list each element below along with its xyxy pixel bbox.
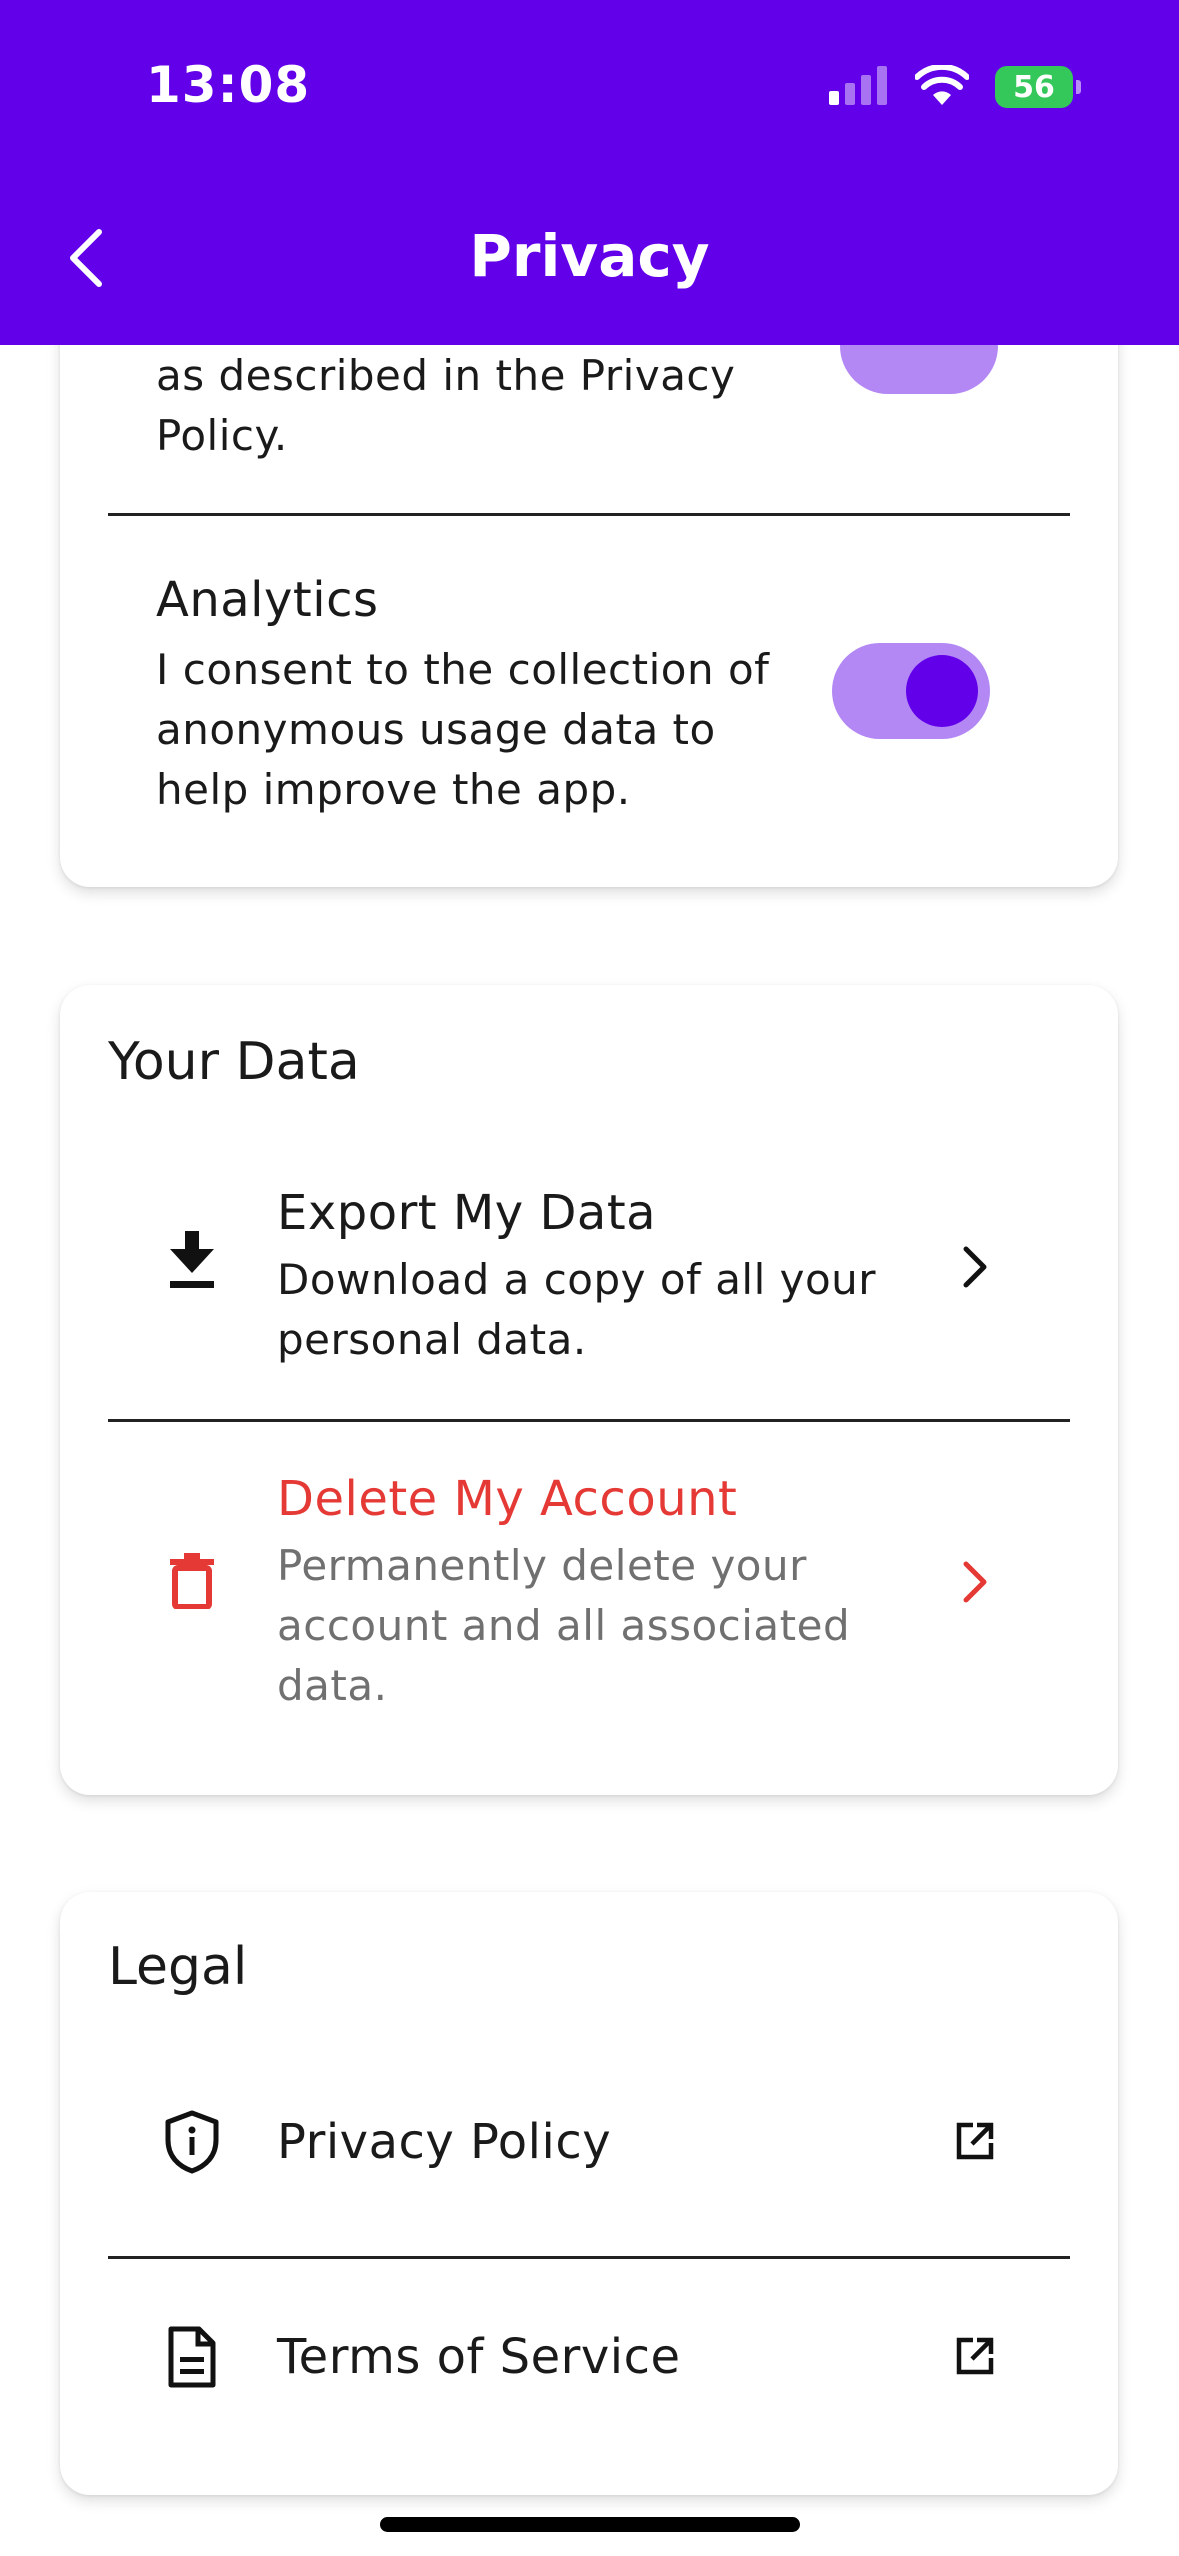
export-data-title: Export My Data — [277, 1185, 657, 1241]
analytics-toggle-knob — [906, 655, 978, 727]
privacy-policy-row[interactable]: Privacy Policy — [60, 2082, 1118, 2202]
divider — [108, 1419, 1070, 1422]
terms-of-service-row[interactable]: Terms of Service — [60, 2297, 1118, 2417]
app-header: 13:08 56 Privacy — [0, 0, 1179, 345]
export-data-description: Download a copy of all your personal dat… — [277, 1255, 877, 1364]
consent-description: as described in the Privacy Policy. — [156, 351, 736, 460]
analytics-toggle[interactable] — [832, 643, 990, 739]
home-indicator — [380, 2517, 800, 2532]
terms-of-service-label: Terms of Service — [277, 2329, 681, 2385]
analytics-description: I consent to the collection of anonymous… — [156, 645, 770, 814]
download-icon — [162, 1230, 222, 1290]
battery-tip — [1076, 80, 1081, 94]
external-link-icon — [950, 2331, 1000, 2381]
legal-section-title: Legal — [108, 1937, 248, 1997]
delete-account-description: Permanently delete your account and all … — [277, 1541, 851, 1710]
legal-card: Legal Privacy Policy Terms of Service — [60, 1892, 1118, 2495]
chevron-right-icon — [950, 1242, 1000, 1292]
external-link-icon — [950, 2116, 1000, 2166]
page-title: Privacy — [469, 222, 710, 290]
document-icon — [162, 2326, 222, 2388]
privacy-policy-label: Privacy Policy — [277, 2114, 612, 2170]
delete-account-row[interactable]: Delete My Account Permanently delete you… — [60, 1471, 1118, 1711]
status-icons: 56 — [829, 63, 1081, 110]
export-data-row[interactable]: Export My Data Download a copy of all yo… — [60, 1185, 1118, 1365]
battery-level: 56 — [995, 66, 1073, 108]
delete-account-title: Delete My Account — [277, 1471, 738, 1527]
analytics-title: Analytics — [156, 572, 379, 628]
cellular-signal-icon — [829, 65, 889, 109]
your-data-section-title: Your Data — [108, 1032, 360, 1092]
shield-icon — [162, 2110, 222, 2174]
trash-icon — [162, 1551, 222, 1611]
battery-icon: 56 — [995, 66, 1081, 108]
wifi-icon — [914, 63, 970, 109]
chevron-right-icon — [950, 1557, 1000, 1607]
divider — [108, 513, 1070, 516]
status-time: 13:08 — [146, 56, 311, 114]
your-data-card: Your Data Export My Data Download a copy… — [60, 985, 1118, 1795]
divider — [108, 2256, 1070, 2259]
